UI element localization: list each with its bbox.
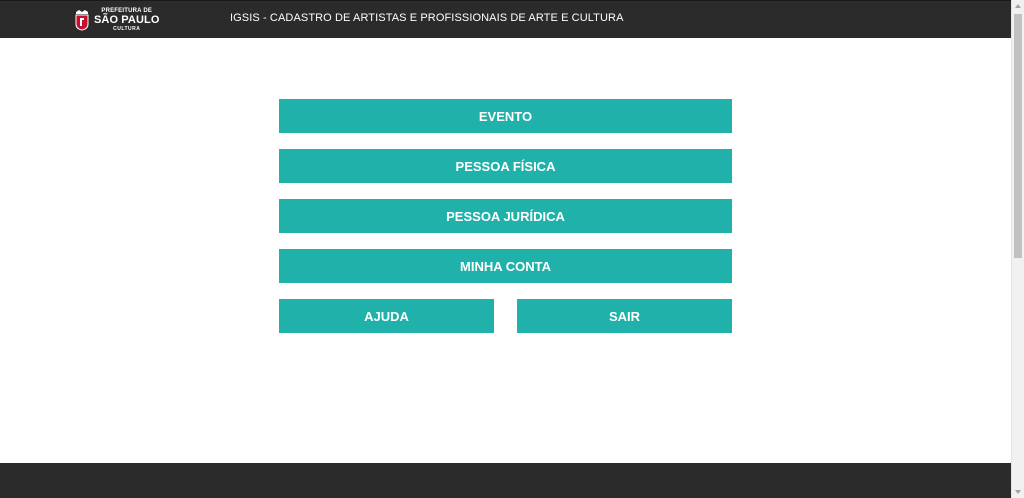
app-title: IGSIS - CADASTRO DE ARTISTAS E PROFISSIO… xyxy=(230,12,624,24)
top-navbar: PREFEITURA DE SÃO PAULO CULTURA IGSIS - … xyxy=(0,0,1011,38)
scrollbar-thumb[interactable] xyxy=(1014,14,1022,258)
logo-text: PREFEITURA DE SÃO PAULO CULTURA xyxy=(94,8,159,32)
footer xyxy=(0,463,1011,498)
prefeitura-logo[interactable]: PREFEITURA DE SÃO PAULO CULTURA xyxy=(74,6,159,34)
pessoa-juridica-button[interactable]: PESSOA JURÍDICA xyxy=(279,199,732,233)
page: PREFEITURA DE SÃO PAULO CULTURA IGSIS - … xyxy=(0,0,1011,498)
sao-paulo-crest-icon xyxy=(75,10,89,31)
logo-line-2: SÃO PAULO xyxy=(94,14,160,26)
browser-viewport: PREFEITURA DE SÃO PAULO CULTURA IGSIS - … xyxy=(0,0,1024,498)
main-menu: EVENTO PESSOA FÍSICA PESSOA JURÍDICA MIN… xyxy=(279,99,732,333)
pessoa-fisica-button[interactable]: PESSOA FÍSICA xyxy=(279,149,732,183)
logo-line-3: CULTURA xyxy=(113,26,141,32)
scroll-down-arrow-icon[interactable] xyxy=(1012,486,1024,498)
secondary-buttons-row: AJUDA SAIR xyxy=(279,299,732,333)
sair-button[interactable]: SAIR xyxy=(517,299,732,333)
vertical-scrollbar[interactable] xyxy=(1011,0,1024,498)
evento-button[interactable]: EVENTO xyxy=(279,99,732,133)
minha-conta-button[interactable]: MINHA CONTA xyxy=(279,249,732,283)
ajuda-button[interactable]: AJUDA xyxy=(279,299,494,333)
scroll-up-arrow-icon[interactable] xyxy=(1012,0,1024,12)
